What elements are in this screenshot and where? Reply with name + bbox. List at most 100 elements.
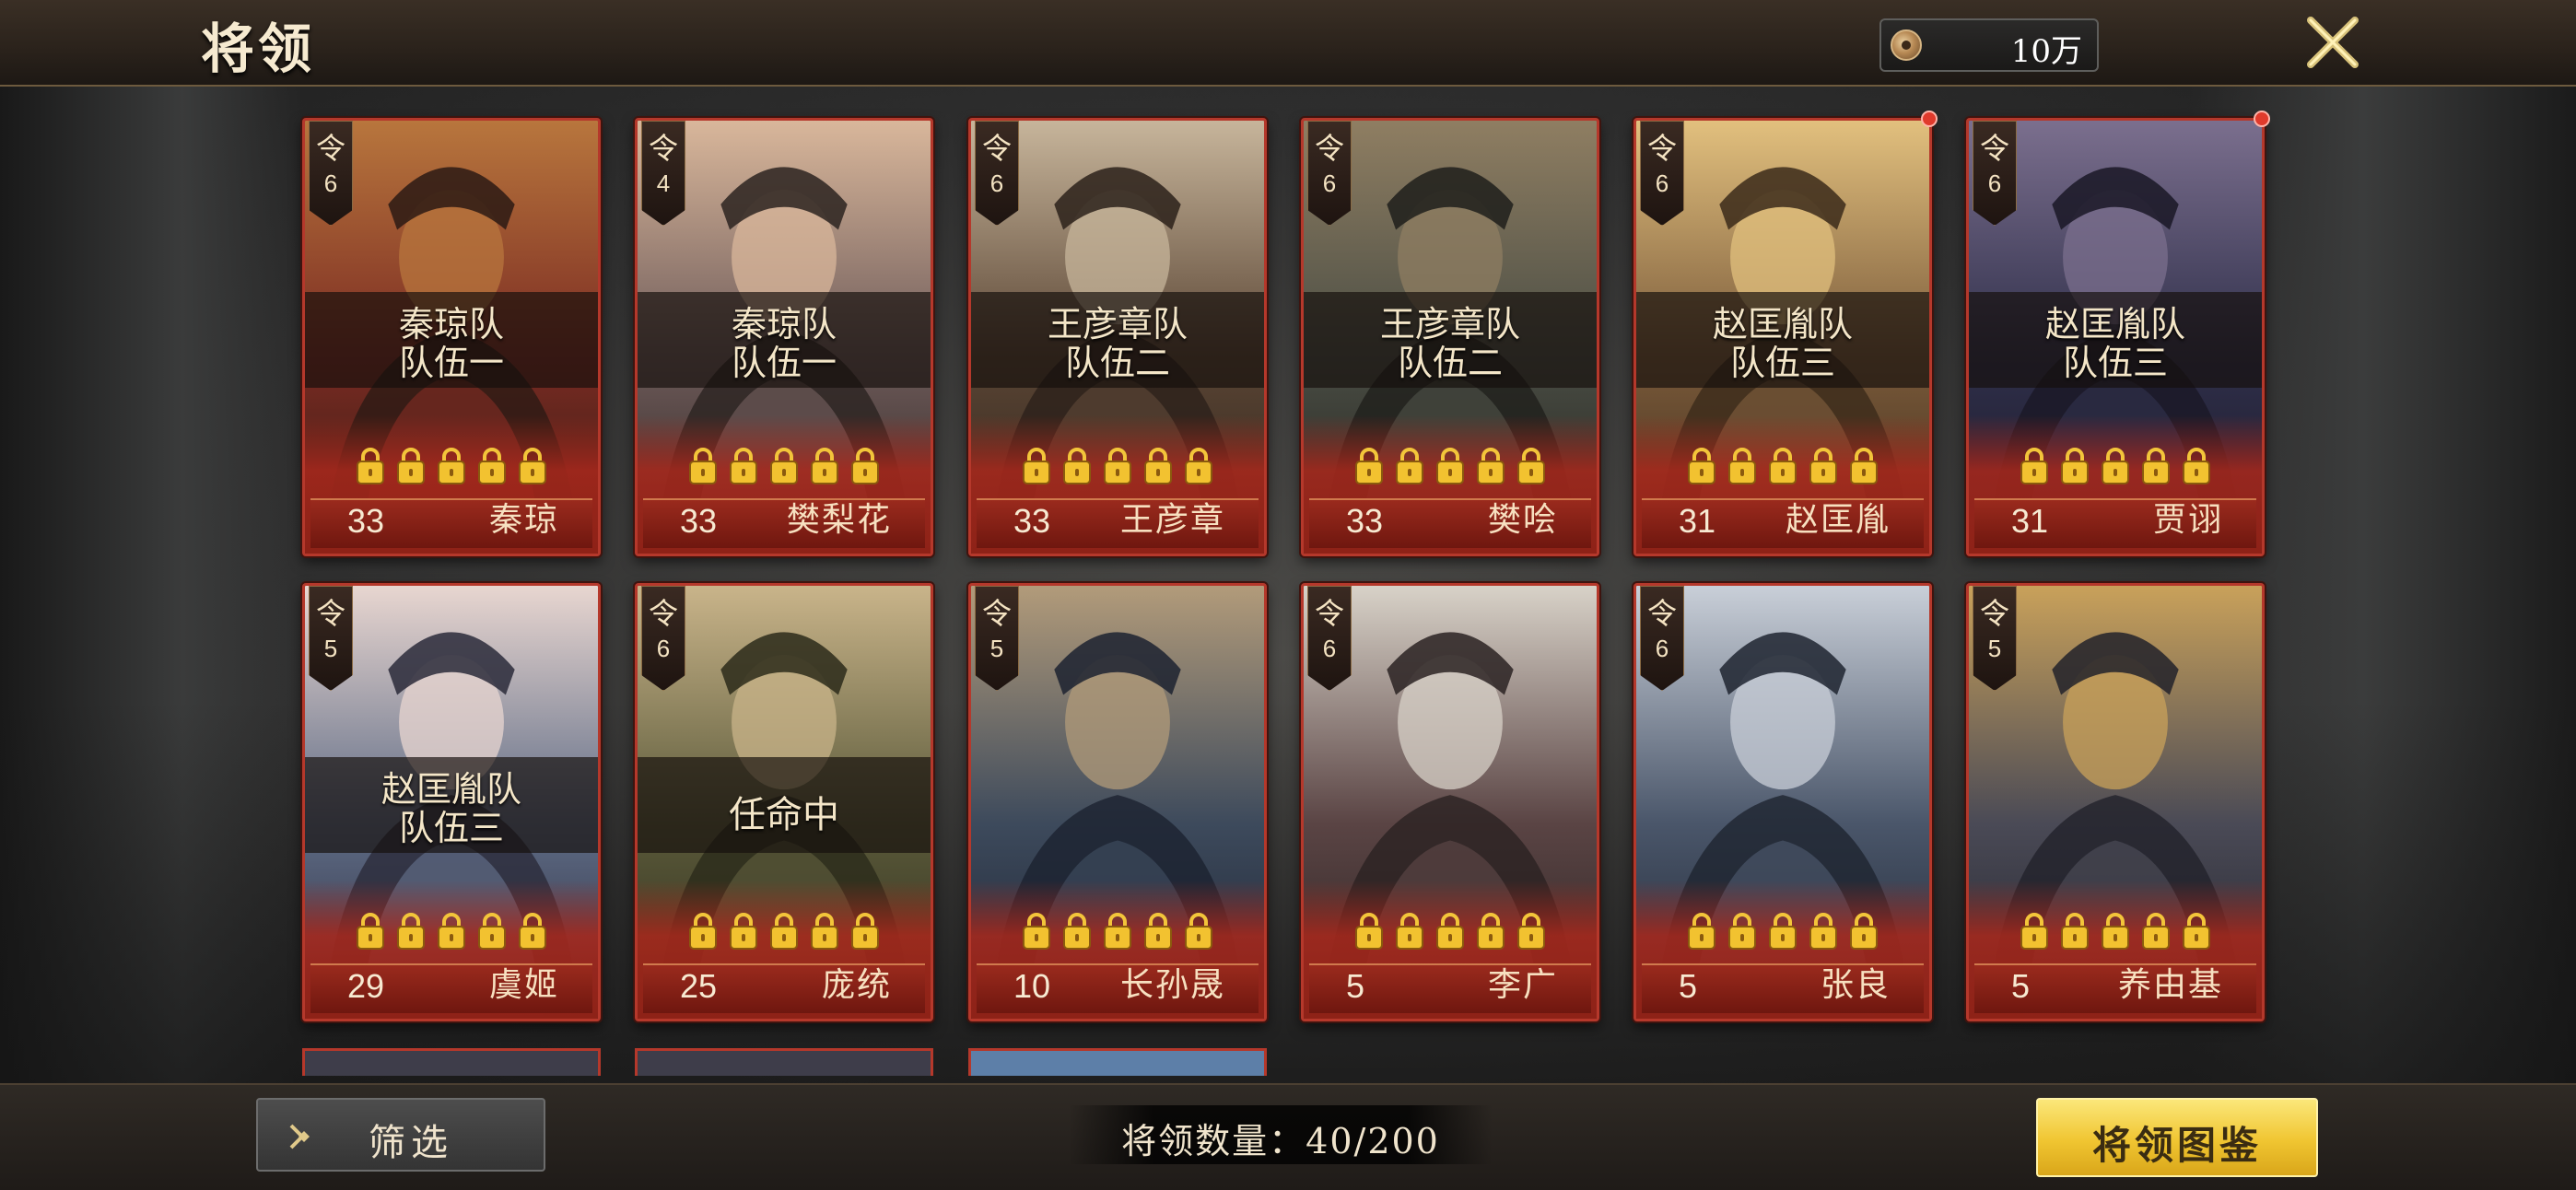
rank-value: 6	[323, 169, 338, 197]
lock-icon	[849, 447, 881, 485]
card-footer: 29 虞姬	[310, 963, 592, 1013]
general-card[interactable]: 令 6 赵匡胤队 队伍三 31 贾诩	[1966, 118, 2265, 556]
card-footer: 5 张良	[1642, 963, 1924, 1013]
close-button[interactable]	[2301, 11, 2364, 74]
general-level: 29	[347, 967, 385, 1005]
general-archive-label: 将领图鉴	[2091, 1123, 2262, 1168]
general-name: 虞姬	[488, 966, 559, 1004]
rank-label: 令	[1646, 596, 1677, 631]
lock-icon	[1516, 912, 1547, 951]
lock-icon	[517, 447, 548, 485]
general-name: 赵匡胤	[1785, 501, 1891, 539]
lock-icon	[1394, 447, 1425, 485]
general-name: 张良	[1820, 966, 1891, 1004]
lock-icon	[436, 912, 467, 951]
rank-label: 令	[315, 596, 345, 631]
general-card[interactable]: 令 6 5 张良	[1633, 583, 1932, 1021]
lock-icon	[687, 912, 719, 951]
general-name: 樊哙	[1487, 501, 1558, 539]
general-card[interactable]: 令 6 5 李广	[1301, 583, 1599, 1021]
team-slot: 队伍二	[1064, 343, 1170, 383]
team-slot: 队伍三	[398, 808, 504, 848]
lock-icon	[809, 447, 840, 485]
card-footer: 33 樊梨花	[643, 498, 925, 548]
lock-icon	[1353, 447, 1385, 485]
rank-tag: 令5	[1973, 586, 2017, 691]
team-slot: 队伍三	[1729, 343, 1835, 383]
team-assignment-band: 秦琼队 队伍一	[305, 292, 598, 388]
general-card[interactable]: 令 6 任命中 25 庞统	[635, 583, 933, 1021]
rank-label: 令	[648, 131, 678, 166]
lock-icon	[395, 912, 427, 951]
general-count: 将领数量：40/200	[1069, 1105, 1493, 1164]
card-footer: 5 养由基	[1974, 963, 2256, 1013]
team-slot: 队伍一	[398, 343, 504, 383]
general-name: 庞统	[821, 966, 892, 1004]
rank-tag: 令4	[641, 121, 685, 226]
rank-value: 5	[1987, 635, 2002, 662]
currency-display: 10万	[1879, 18, 2099, 72]
rank-value: 5	[323, 635, 338, 662]
rank-tag: 令6	[1973, 121, 2017, 226]
rank-label: 令	[1979, 596, 2009, 631]
general-level: 33	[1013, 502, 1051, 540]
filter-button[interactable]: 筛选	[256, 1098, 545, 1172]
lock-icon	[1475, 447, 1506, 485]
lock-icon	[1808, 447, 1839, 485]
lock-icon	[517, 912, 548, 951]
lock-icon	[1142, 447, 1174, 485]
team-assignment-band: 赵匡胤队 队伍三	[305, 757, 598, 853]
lock-icon	[849, 912, 881, 951]
rank-tag: 令6	[1307, 121, 1352, 226]
skill-locks	[971, 447, 1264, 489]
general-card[interactable]: 令 5 赵匡胤队 队伍三 29 虞姬	[302, 583, 601, 1021]
skill-locks	[1636, 447, 1929, 489]
lock-icon	[1767, 912, 1798, 951]
rank-tag: 令6	[975, 121, 1019, 226]
card-footer: 31 贾诩	[1974, 498, 2256, 548]
general-archive-button[interactable]: 将领图鉴	[2036, 1098, 2318, 1177]
card-footer: 33 樊哙	[1309, 498, 1591, 548]
general-card[interactable]: 令 6 王彦章队 队伍二 33 樊哙	[1301, 118, 1599, 556]
lock-icon	[395, 447, 427, 485]
general-card-partial[interactable]	[968, 1048, 1267, 1076]
lock-icon	[1102, 447, 1133, 485]
lock-icon	[476, 447, 508, 485]
general-card[interactable]: 令 5 5 养由基	[1966, 583, 2265, 1021]
general-level: 31	[1679, 502, 1716, 540]
team-slot: 队伍二	[1397, 343, 1503, 383]
rank-tag: 令6	[1307, 586, 1352, 691]
general-name: 樊梨花	[786, 501, 892, 539]
general-level: 5	[1346, 967, 1365, 1005]
rank-value: 4	[656, 169, 671, 197]
general-card[interactable]: 令 6 赵匡胤队 队伍三 31 赵匡胤	[1633, 118, 1932, 556]
general-card-partial[interactable]	[635, 1048, 933, 1076]
team-assignment-band: 王彦章队 队伍二	[1304, 292, 1597, 388]
lock-icon	[1353, 912, 1385, 951]
general-count-text: 将领数量：40/200	[1121, 1121, 1440, 1161]
card-footer: 33 秦琼	[310, 498, 592, 548]
general-level: 5	[1679, 967, 1698, 1005]
general-card[interactable]: 令 6 王彦章队 队伍二 33 王彦章	[968, 118, 1267, 556]
lock-icon	[1183, 912, 1214, 951]
lock-icon	[1142, 912, 1174, 951]
general-card[interactable]: 令 6 秦琼队 队伍一 33 秦琼	[302, 118, 601, 556]
lock-icon	[1061, 912, 1093, 951]
rank-label: 令	[648, 596, 678, 631]
team-assignment-band: 赵匡胤队 队伍三	[1636, 292, 1929, 388]
lock-icon	[2059, 912, 2090, 951]
skill-locks	[1636, 912, 1929, 954]
rank-label: 令	[981, 596, 1012, 631]
general-level: 33	[680, 502, 718, 540]
lock-icon	[2181, 447, 2212, 485]
skill-locks	[1304, 447, 1597, 489]
general-card[interactable]: 令 4 秦琼队 队伍一 33 樊梨花	[635, 118, 933, 556]
general-card-partial[interactable]	[302, 1048, 601, 1076]
card-footer: 5 李广	[1309, 963, 1591, 1013]
team-assignment-band: 赵匡胤队 队伍三	[1969, 292, 2262, 388]
lock-icon	[1727, 912, 1758, 951]
card-footer: 25 庞统	[643, 963, 925, 1013]
general-card[interactable]: 令 5 10 长孙晟	[968, 583, 1267, 1021]
skill-locks	[1969, 912, 2262, 954]
close-icon	[2307, 17, 2359, 68]
